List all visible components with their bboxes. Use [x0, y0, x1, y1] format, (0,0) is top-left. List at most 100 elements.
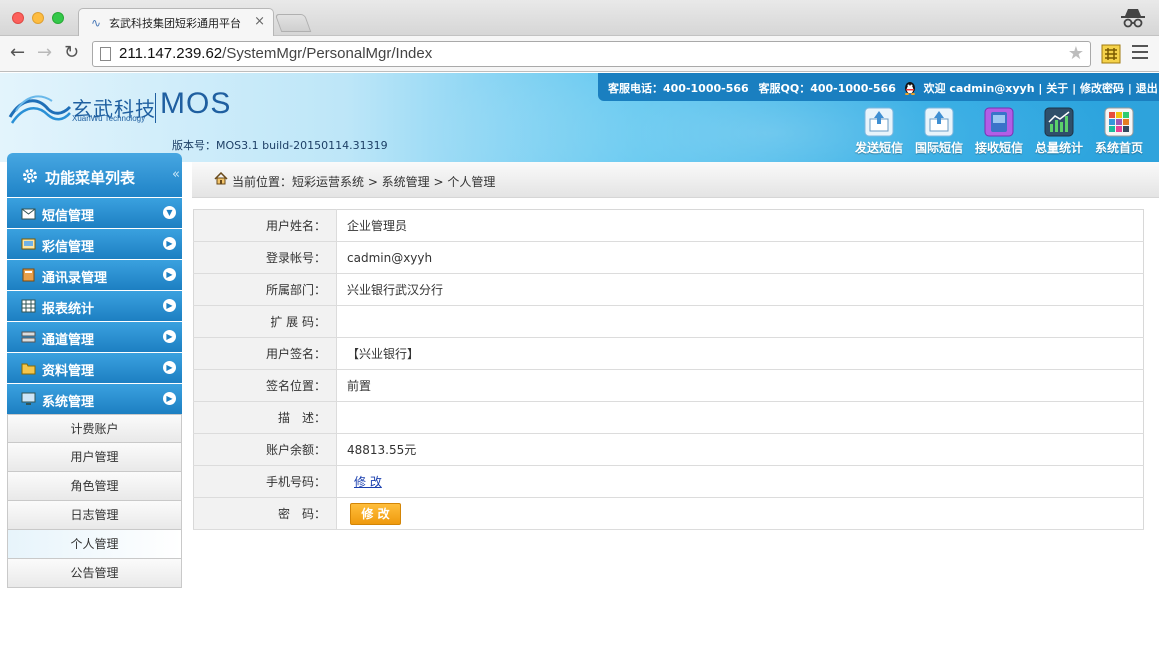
tab-close-icon[interactable]: × [254, 14, 265, 29]
quick-link-total-stats[interactable]: 总量统计 [1029, 107, 1089, 156]
user-name-value: 企业管理员 [336, 209, 1144, 242]
incognito-icon [1121, 9, 1145, 28]
separator: | [1038, 82, 1043, 95]
forward-arrow-icon[interactable]: → [37, 43, 52, 63]
reload-icon[interactable]: ↻ [64, 43, 79, 63]
browser-tab[interactable]: ∿ 玄武科技集团短彩通用平台 × [78, 8, 274, 37]
stats-chart-icon [1044, 107, 1074, 137]
tab-title: 玄武科技集团短彩通用平台 [109, 17, 241, 30]
quick-link-send-sms[interactable]: 发送短信 [849, 107, 909, 156]
edit-phone-link[interactable]: 修 改 [354, 475, 382, 489]
table-row: 用户姓名： 企业管理员 [193, 209, 1144, 242]
quick-link-home[interactable]: 系统首页 [1089, 107, 1149, 156]
sidebar-item-mms[interactable]: 彩信管理 ▶ [7, 229, 182, 259]
sub-item-personal-management[interactable]: 个人管理 [7, 530, 182, 559]
bookmark-star-icon[interactable]: ★ [1068, 43, 1084, 64]
department-value: 兴业银行武汉分行 [336, 273, 1144, 306]
field-label: 扩 展 码： [193, 305, 337, 338]
address-book-icon [22, 268, 35, 282]
field-label: 密 码： [193, 497, 337, 530]
quick-link-intl-sms[interactable]: 国际短信 [909, 107, 969, 156]
sidebar-item-system[interactable]: 系统管理 ▶ [7, 384, 182, 414]
url-text[interactable]: 211.147.239.62/SystemMgr/PersonalMgr/Ind… [119, 45, 432, 62]
quick-link-receive-sms[interactable]: 接收短信 [969, 107, 1029, 156]
back-arrow-icon[interactable]: ← [10, 43, 25, 63]
user-signature-value: 【兴业银行】 [336, 337, 1144, 370]
password-cell: 修 改 [336, 497, 1144, 530]
url-path: /SystemMgr/PersonalMgr/Index [222, 45, 433, 62]
breadcrumb: 当前位置：短彩运营系统 > 系统管理 > 个人管理 [192, 162, 1159, 198]
sidebar-collapse-icon[interactable]: « [172, 167, 180, 182]
quick-link-label: 接收短信 [974, 141, 1023, 155]
xuanwu-logo-icon [8, 95, 72, 124]
receive-sms-icon [984, 107, 1014, 137]
table-row: 签名位置： 前置 [193, 369, 1144, 402]
report-grid-icon [21, 299, 36, 313]
browser-titlebar: ∿ 玄武科技集团短彩通用平台 × [0, 0, 1159, 37]
version-text: 版本号：MOS3.1 build-20150114.31319 [172, 139, 388, 152]
sub-item-log-management[interactable]: 日志管理 [7, 501, 182, 530]
breadcrumb-text: 当前位置：短彩运营系统 > 系统管理 > 个人管理 [232, 175, 496, 189]
quick-link-label: 系统首页 [1094, 141, 1143, 155]
logout-link[interactable]: 退出 [1136, 82, 1158, 95]
change-password-link[interactable]: 修改密码 [1080, 82, 1124, 95]
sms-envelope-icon [21, 208, 36, 220]
sub-item-billing-account[interactable]: 计费账户 [7, 414, 182, 443]
sidebar-item-label: 报表统计 [42, 302, 95, 317]
field-label: 手机号码： [193, 465, 337, 498]
expand-arrow-icon: ▶ [163, 237, 176, 250]
field-label: 账户余额： [193, 433, 337, 466]
browser-toolbar: ← → ↻ 211.147.239.62/SystemMgr/PersonalM… [0, 36, 1159, 72]
description-value [336, 401, 1144, 434]
phone-cell: 修 改 [336, 465, 1144, 498]
table-row: 登录帐号： cadmin@xyyh [193, 241, 1144, 274]
field-label: 所属部门： [193, 273, 337, 306]
table-row: 用户签名： 【兴业银行】 [193, 337, 1144, 370]
field-label: 描 述： [193, 401, 337, 434]
sidebar-item-label: 通讯录管理 [42, 271, 108, 286]
sub-item-user-management[interactable]: 用户管理 [7, 443, 182, 472]
address-bar[interactable]: 211.147.239.62/SystemMgr/PersonalMgr/Ind… [92, 41, 1091, 67]
table-row: 扩 展 码： [193, 305, 1144, 338]
login-account-value: cadmin@xyyh [336, 241, 1144, 274]
home-icon [214, 172, 228, 185]
about-link[interactable]: 关于 [1046, 82, 1068, 95]
new-tab-button[interactable] [274, 14, 312, 32]
top-info-bar: 客服电话：400-1000-566 客服QQ：400-1000-566 欢迎 c… [598, 73, 1159, 101]
page-icon [100, 47, 111, 61]
sidebar-item-data[interactable]: 资料管理 ▶ [7, 353, 182, 383]
service-qq: 客服QQ：400-1000-566 [758, 82, 896, 95]
sidebar-item-sms[interactable]: 短信管理 ▼ [7, 198, 182, 228]
sidebar-item-label: 短信管理 [42, 209, 95, 224]
edit-password-button[interactable]: 修 改 [350, 502, 401, 525]
expand-arrow-icon: ▶ [163, 268, 176, 281]
field-label: 用户姓名： [193, 209, 337, 242]
computer-icon [21, 392, 36, 405]
extension-icon[interactable] [1101, 44, 1121, 64]
logo-product-name: MOS [160, 87, 232, 120]
browser-menu-icon[interactable] [1132, 45, 1148, 61]
field-label: 签名位置： [193, 369, 337, 402]
table-row: 密 码： 修 改 [193, 497, 1144, 530]
expand-arrow-icon: ▼ [163, 206, 176, 219]
zoom-window-button[interactable] [52, 12, 64, 24]
sidebar: 功能菜单列表 « 短信管理 ▼ 彩信管理 ▶ 通讯录管理 ▶ 报表统计 ▶ 通道… [7, 153, 182, 588]
expand-arrow-icon: ▶ [163, 299, 176, 312]
sidebar-item-reports[interactable]: 报表统计 ▶ [7, 291, 182, 321]
table-row: 描 述： [193, 401, 1144, 434]
sub-item-announcement-management[interactable]: 公告管理 [7, 559, 182, 588]
close-window-button[interactable] [12, 12, 24, 24]
quick-link-label: 发送短信 [854, 141, 903, 155]
send-sms-icon [864, 107, 894, 137]
sub-item-role-management[interactable]: 角色管理 [7, 472, 182, 501]
table-row: 账户余额： 48813.55元 [193, 433, 1144, 466]
sidebar-item-contacts[interactable]: 通讯录管理 ▶ [7, 260, 182, 290]
table-row: 所属部门： 兴业银行武汉分行 [193, 273, 1144, 306]
folder-icon [21, 363, 36, 375]
minimize-window-button[interactable] [32, 12, 44, 24]
table-row: 手机号码： 修 改 [193, 465, 1144, 498]
sidebar-item-channels[interactable]: 通道管理 ▶ [7, 322, 182, 352]
logo-divider [155, 93, 156, 123]
gear-icon [23, 169, 37, 183]
intl-sms-icon [924, 107, 954, 137]
